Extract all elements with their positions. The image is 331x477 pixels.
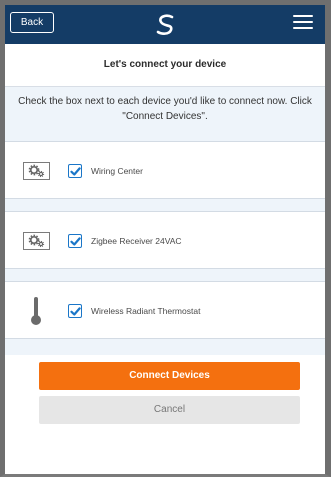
device-checkbox[interactable] <box>68 234 82 248</box>
device-checkbox[interactable] <box>68 304 82 318</box>
device-row-wiring-center: Wiring Center <box>5 141 325 199</box>
device-label: Wireless Radiant Thermostat <box>91 306 201 316</box>
app-frame: Back Let's connect your device Check the… <box>0 0 331 477</box>
cancel-button[interactable]: Cancel <box>39 396 300 424</box>
device-label: Wiring Center <box>91 166 143 176</box>
device-label: Zigbee Receiver 24VAC <box>91 236 182 246</box>
device-row-wireless-thermostat: Wireless Radiant Thermostat <box>5 281 325 339</box>
device-checkbox[interactable] <box>68 164 82 178</box>
section-gap <box>5 269 325 281</box>
back-button[interactable]: Back <box>10 12 54 33</box>
section-gap <box>5 339 325 355</box>
gears-icon <box>23 232 50 250</box>
thermometer-icon <box>31 297 41 325</box>
app-header: Back <box>5 5 325 44</box>
hamburger-menu-icon[interactable] <box>293 15 313 30</box>
device-row-zigbee-receiver: Zigbee Receiver 24VAC <box>5 211 325 269</box>
instructions-text: Check the box next to each device you'd … <box>5 87 325 141</box>
page-title: Let's connect your device <box>5 44 325 87</box>
connect-devices-button[interactable]: Connect Devices <box>39 362 300 390</box>
gears-icon <box>23 162 50 180</box>
section-gap <box>5 199 325 211</box>
brand-swirl-icon <box>156 14 174 35</box>
